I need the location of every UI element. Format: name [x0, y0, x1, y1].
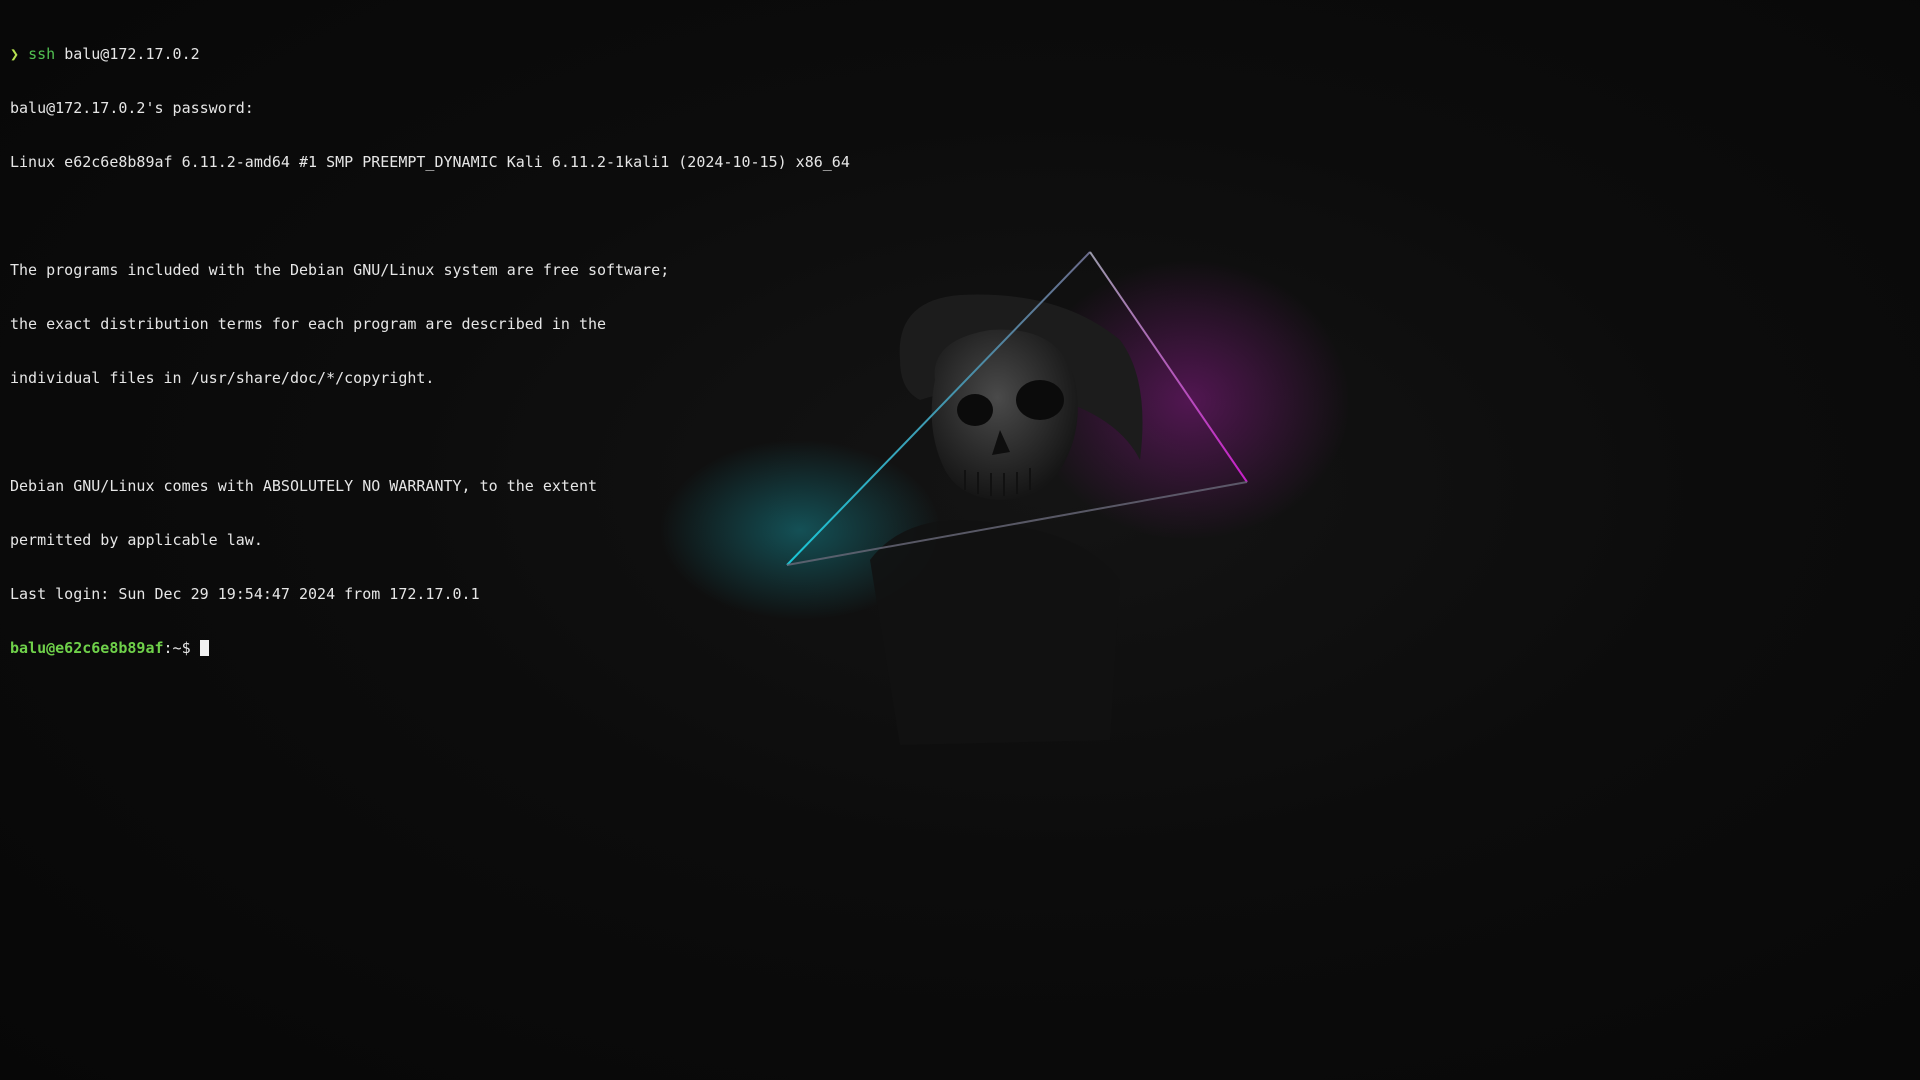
output-line: permitted by applicable law.: [10, 531, 263, 549]
bust-silhouette: [870, 520, 1120, 745]
output-line: Debian GNU/Linux comes with ABSOLUTELY N…: [10, 477, 597, 495]
triangle-edge-right: [1089, 251, 1248, 483]
output-line: Last login: Sun Dec 29 19:54:47 2024 fro…: [10, 585, 480, 603]
command-name: ssh: [28, 45, 56, 63]
terminal-output: ❯ ssh balu@172.17.0.2 balu@172.17.0.2's …: [10, 9, 850, 693]
output-line: individual files in /usr/share/doc/*/cop…: [10, 369, 435, 387]
skull-teeth: [964, 468, 1031, 496]
output-line: The programs included with the Debian GN…: [10, 261, 670, 279]
text-cursor[interactable]: [199, 640, 209, 656]
prompt-arrow-icon: ❯: [10, 45, 20, 63]
triangle-edge-bottom: [786, 481, 1248, 566]
output-line: balu@172.17.0.2's password:: [10, 99, 254, 117]
prompt-user-host: balu@e62c6e8b89af: [10, 639, 164, 657]
helmet-shape: [899, 294, 1143, 460]
terminal-window[interactable]: ❯ ssh balu@172.17.0.2 balu@172.17.0.2's …: [0, 0, 1920, 1080]
shell-prompt-line[interactable]: balu@e62c6e8b89af:~$: [10, 639, 850, 657]
output-line: Linux e62c6e8b89af 6.11.2-amd64 #1 SMP P…: [10, 153, 850, 171]
skull-nose: [992, 430, 1010, 455]
prompt-path: :~$: [163, 639, 200, 657]
skull-eye-right: [1016, 380, 1064, 420]
output-line: the exact distribution terms for each pr…: [10, 315, 607, 333]
command-line: ❯ ssh balu@172.17.0.2: [10, 45, 850, 63]
skull-eye-left: [957, 394, 993, 426]
magenta-glow: [1030, 260, 1350, 540]
command-args: balu@172.17.0.2: [64, 45, 200, 63]
skull-shape: [931, 329, 1078, 500]
